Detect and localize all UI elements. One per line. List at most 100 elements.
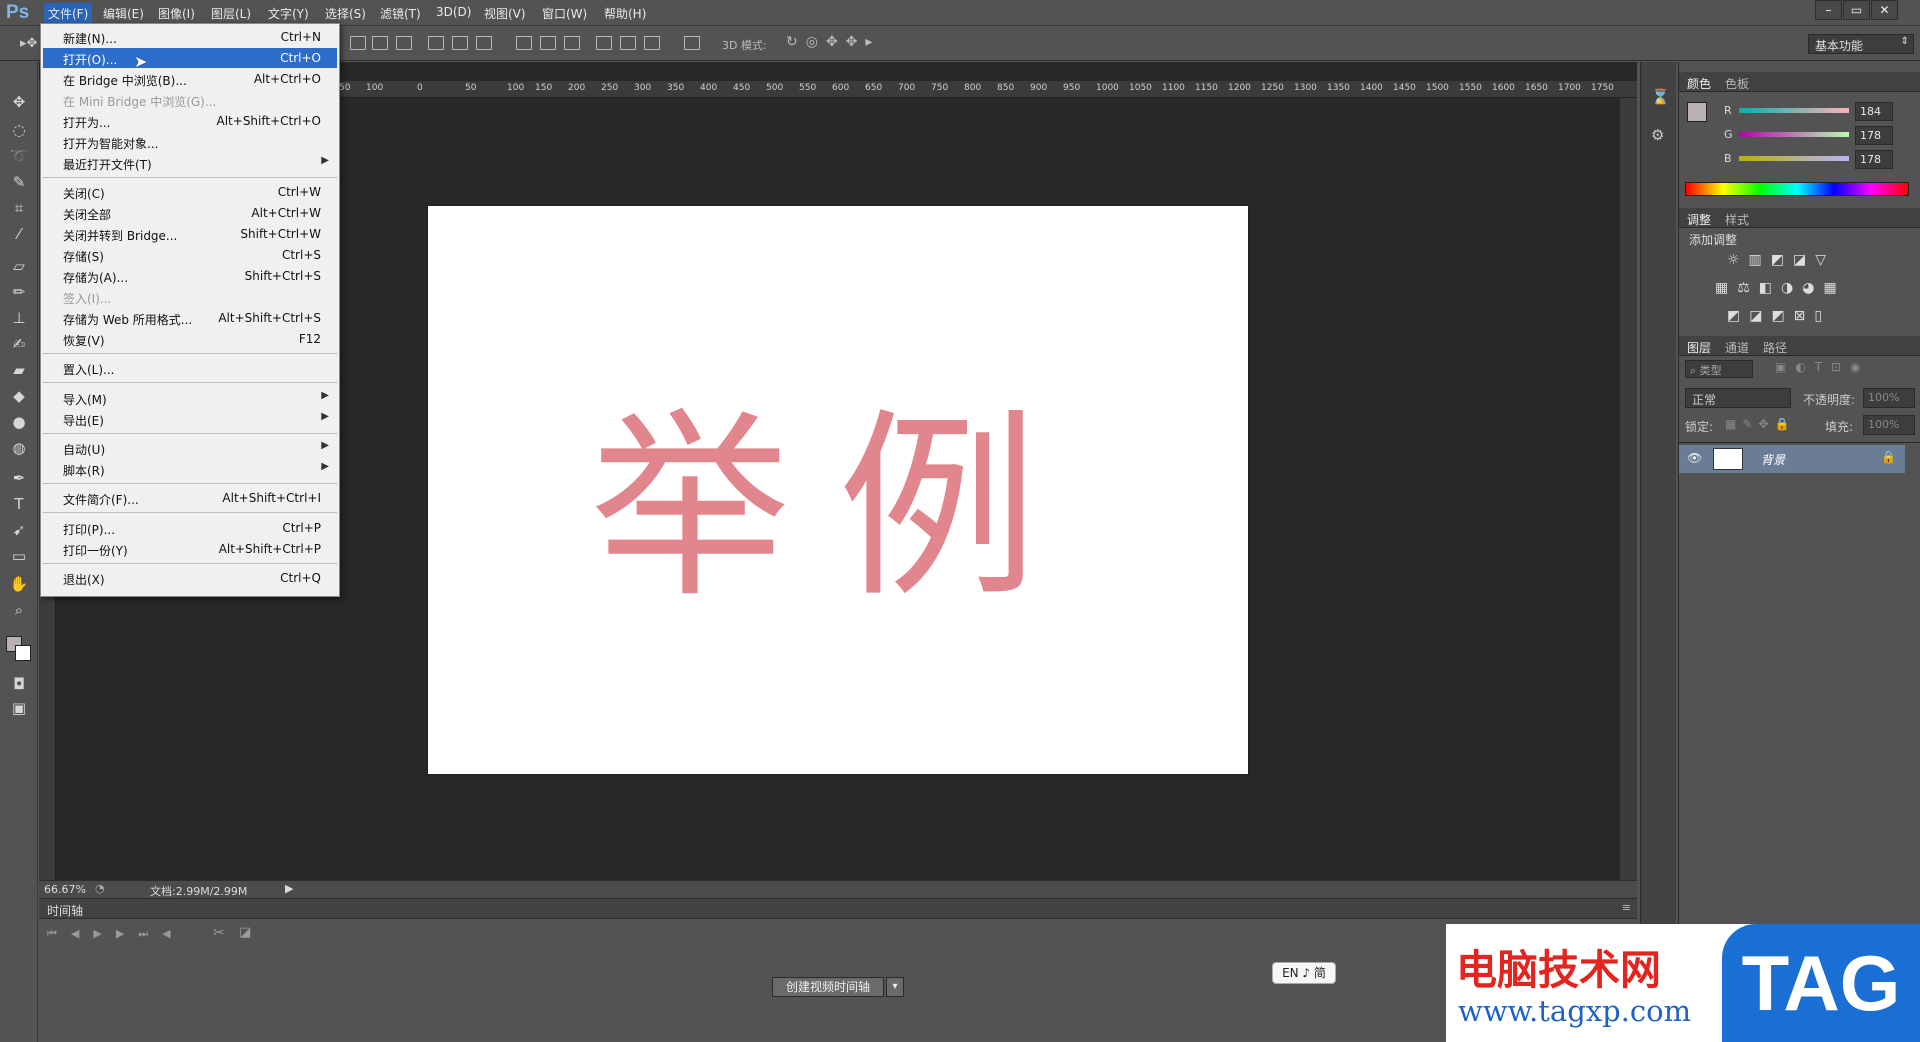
tab-channels[interactable]: 通道 [1725, 339, 1749, 356]
fill-input[interactable]: 100% [1863, 415, 1915, 435]
menu-image[interactable]: 图像(I) [158, 5, 195, 22]
timeline-tab[interactable]: 时间轴 [47, 902, 83, 919]
menu-item-recent[interactable]: 最近打开文件(T) ▶ [43, 153, 337, 173]
blur-icon[interactable]: ● [9, 412, 29, 432]
playback-controls[interactable]: ⏮◀▶▶⏭◀ [47, 927, 185, 941]
zoom-preview-icon[interactable]: ◔ [95, 882, 105, 895]
menu-item-new[interactable]: 新建(N)... Ctrl+N [43, 27, 337, 47]
history-icon[interactable]: ⌛ [1651, 88, 1670, 106]
align-right-icon[interactable] [476, 36, 492, 50]
align-hcenter-icon[interactable] [452, 36, 468, 50]
screen-mode-icon[interactable]: ▣ [9, 698, 29, 718]
tab-adjustments[interactable]: 调整 [1687, 211, 1711, 228]
slider-g[interactable] [1739, 132, 1849, 137]
menu-item-exit[interactable]: 退出(X) Ctrl+Q [43, 568, 337, 588]
distribute-top-icon[interactable] [516, 36, 532, 50]
distribute-bottom-icon[interactable] [564, 36, 580, 50]
auto-align-icon[interactable] [684, 36, 700, 50]
layer-filter-icons[interactable]: ▣◐T⊡◉ [1775, 360, 1870, 374]
quick-select-icon[interactable]: ✎ [9, 172, 29, 192]
adjustment-icons-row3[interactable]: ◩◪◩⊠▯ [1727, 308, 1831, 324]
menu-select[interactable]: 选择(S) [325, 5, 366, 22]
menu-filter[interactable]: 滤镜(T) [380, 5, 421, 22]
tab-swatches[interactable]: 色板 [1725, 75, 1749, 92]
slider-r[interactable] [1739, 108, 1849, 113]
blend-mode-select[interactable]: 正常 [1685, 388, 1791, 408]
move-icon[interactable]: ✥ [9, 92, 29, 112]
lock-icons[interactable]: ▦✎✥🔒 [1725, 417, 1795, 431]
path-select-icon[interactable]: ➹ [9, 520, 29, 540]
minimize-button[interactable]: – [1815, 0, 1842, 20]
chevron-down-icon[interactable]: ▾ [886, 977, 904, 997]
menu-item-browse-bridge[interactable]: 在 Bridge 中浏览(B)... Alt+Ctrl+O [43, 69, 337, 89]
move-tool-preset-icon[interactable]: ▸✥ [20, 36, 37, 51]
zoom-level[interactable]: 66.67% [44, 883, 86, 896]
distribute-right-icon[interactable] [644, 36, 660, 50]
scissors-icon[interactable]: ✂ [213, 925, 225, 941]
tab-layers[interactable]: 图层 [1687, 339, 1711, 356]
shape-icon[interactable]: ▭ [9, 546, 29, 566]
menu-item-print[interactable]: 打印(P)... Ctrl+P [43, 518, 337, 538]
menu-item-open-as[interactable]: 打开为... Alt+Shift+Ctrl+O [43, 111, 337, 131]
tab-paths[interactable]: 路径 [1763, 339, 1787, 356]
transition-icon[interactable]: ◪ [239, 925, 251, 940]
tab-styles[interactable]: 样式 [1725, 211, 1749, 228]
dodge-icon[interactable]: ◍ [9, 438, 29, 458]
slider-b[interactable] [1739, 156, 1849, 161]
menu-layer[interactable]: 图层(L) [211, 5, 251, 22]
menu-file[interactable]: 文件(F) [44, 3, 93, 24]
layer-row-background[interactable]: 👁 背景 🔒 [1679, 445, 1905, 473]
tab-color[interactable]: 颜色 [1687, 75, 1711, 92]
align-left-icon[interactable] [428, 36, 444, 50]
type-icon[interactable]: T [9, 494, 29, 514]
panel-menu-icon[interactable]: ≡ [1622, 901, 1631, 914]
menu-item-save-as[interactable]: 存储为(A)... Shift+Ctrl+S [43, 266, 337, 286]
menu-item-close-go-bridge[interactable]: 关闭并转到 Bridge... Shift+Ctrl+W [43, 224, 337, 244]
menu-type[interactable]: 文字(Y) [268, 5, 309, 22]
restore-button[interactable]: ▭ [1843, 0, 1870, 20]
menu-item-scripts[interactable]: 脚本(R) ▶ [43, 459, 337, 479]
adjustment-icons-row1[interactable]: ☼▥◩◪▽ [1727, 252, 1835, 268]
menu-item-import[interactable]: 导入(M) ▶ [43, 388, 337, 408]
quick-mask-icon[interactable]: ◘ [9, 674, 29, 694]
menu-item-save[interactable]: 存储(S) Ctrl+S [43, 245, 337, 265]
distribute-left-icon[interactable] [596, 36, 612, 50]
menu-item-close-all[interactable]: 关闭全部 Alt+Ctrl+W [43, 203, 337, 223]
layer-name[interactable]: 背景 [1761, 451, 1785, 468]
lasso-icon[interactable]: ➰ [9, 146, 29, 166]
menu-item-open-smart-object[interactable]: 打开为智能对象... [43, 132, 337, 152]
ime-indicator[interactable]: EN ♪ 简 [1272, 962, 1336, 984]
distribute-vcenter-icon[interactable] [540, 36, 556, 50]
close-button[interactable]: ✕ [1871, 0, 1898, 20]
menu-view[interactable]: 视图(V) [484, 5, 526, 22]
menu-item-place[interactable]: 置入(L)... [43, 358, 337, 378]
align-bottom-icon[interactable] [396, 36, 412, 50]
align-vcenter-icon[interactable] [372, 36, 388, 50]
menu-item-export[interactable]: 导出(E) ▶ [43, 409, 337, 429]
channel-r-value[interactable]: 184 [1855, 102, 1893, 121]
eyedropper-icon[interactable]: ⁄ [9, 224, 29, 244]
paint-bucket-icon[interactable]: ◆ [9, 386, 29, 406]
stamp-icon[interactable]: ⊥ [9, 308, 29, 328]
vertical-scrollbar[interactable] [1620, 98, 1637, 880]
menu-item-revert[interactable]: 恢复(V) F12 [43, 329, 337, 349]
history-brush-icon[interactable]: ✍ [9, 334, 29, 354]
hand-icon[interactable]: ✋ [9, 574, 29, 594]
create-video-timeline-button[interactable]: 创建视频时间轴 [772, 977, 884, 997]
channel-b-value[interactable]: 178 [1855, 150, 1893, 169]
crop-icon[interactable]: ⌗ [9, 198, 29, 218]
zoom-icon[interactable]: ⌕ [9, 600, 29, 620]
menu-3d[interactable]: 3D(D) [436, 5, 471, 19]
document-canvas[interactable]: 举例 [428, 206, 1248, 774]
status-menu-arrow-icon[interactable]: ▶ [285, 882, 293, 895]
brush-icon[interactable]: ✏ [9, 282, 29, 302]
color-spectrum[interactable] [1685, 182, 1909, 196]
3d-mode-icons[interactable]: ↻◎✥✥▸ [786, 34, 880, 50]
distribute-hcenter-icon[interactable] [620, 36, 636, 50]
menu-item-print-one[interactable]: 打印一份(Y) Alt+Shift+Ctrl+P [43, 539, 337, 559]
properties-icon[interactable]: ⚙ [1651, 126, 1664, 144]
eraser-icon[interactable]: ▰ [9, 360, 29, 380]
menu-item-open[interactable]: 打开(O)... Ctrl+O [43, 48, 337, 68]
menu-edit[interactable]: 编辑(E) [103, 5, 144, 22]
menu-item-file-info[interactable]: 文件简介(F)... Alt+Shift+Ctrl+I [43, 488, 337, 508]
